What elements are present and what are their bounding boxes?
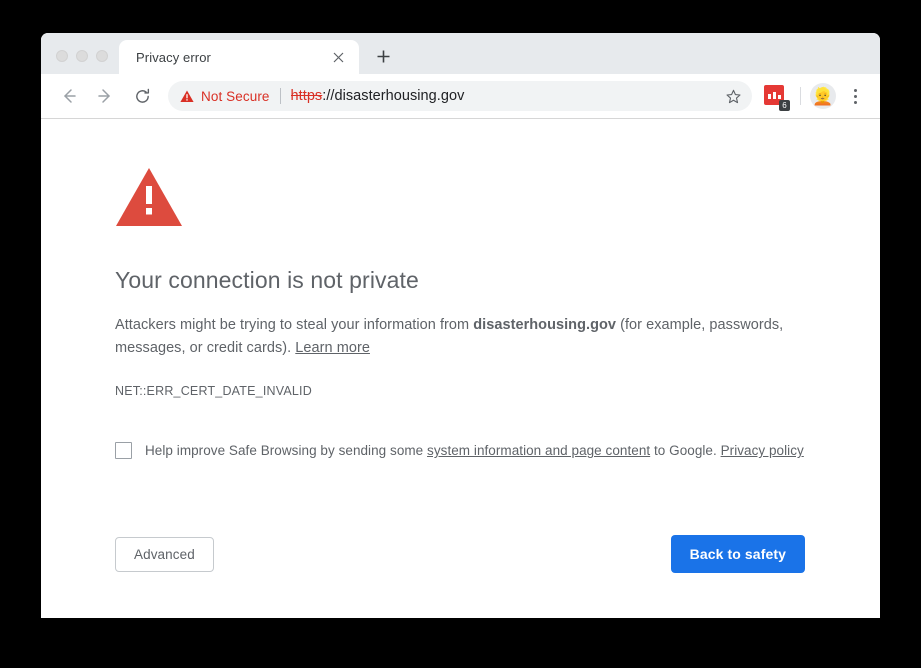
warning-triangle-icon <box>180 90 194 103</box>
new-tab-icon[interactable] <box>369 42 397 70</box>
address-bar[interactable]: Not Secure https://disasterhousing.gov <box>168 81 752 111</box>
tab-strip: Privacy error <box>41 33 880 74</box>
system-information-link[interactable]: system information and page content <box>427 443 650 458</box>
bookmark-star-icon[interactable] <box>720 83 746 109</box>
tab-title: Privacy error <box>136 49 211 65</box>
learn-more-link[interactable]: Learn more <box>295 340 370 356</box>
safe-browsing-optin-row: Help improve Safe Browsing by sending so… <box>115 442 805 459</box>
chrome-menu-icon[interactable] <box>842 83 868 109</box>
interstitial-footer: Advanced Back to safety <box>115 535 805 573</box>
safe-browsing-checkbox[interactable] <box>115 442 132 459</box>
safe-browsing-optin-text: Help improve Safe Browsing by sending so… <box>145 443 804 458</box>
url-rest: ://disasterhousing.gov <box>322 88 465 104</box>
description-prefix: Attackers might be trying to steal your … <box>115 317 474 333</box>
browser-toolbar: Not Secure https://disasterhousing.gov 6… <box>41 74 880 119</box>
omnibox-divider <box>279 88 281 104</box>
privacy-policy-link[interactable]: Privacy policy <box>721 443 804 458</box>
description-domain: disasterhousing.gov <box>473 317 616 333</box>
interstitial-page: Your connection is not private Attackers… <box>41 119 880 618</box>
toolbar-divider <box>800 87 801 105</box>
security-indicator[interactable]: Not Secure <box>180 89 270 104</box>
page-title: Your connection is not private <box>115 267 419 293</box>
minimize-window-button[interactable] <box>76 50 88 62</box>
extension-badge-count: 6 <box>779 100 790 111</box>
interstitial-content: Your connection is not private Attackers… <box>115 167 805 618</box>
advanced-button[interactable]: Advanced <box>115 536 214 572</box>
tab-privacy-error[interactable]: Privacy error <box>119 40 359 74</box>
menu-dot-3 <box>853 100 857 104</box>
back-to-safety-button[interactable]: Back to safety <box>670 535 805 573</box>
zoom-window-button[interactable] <box>96 50 108 62</box>
browser-window: Privacy error Not Secure https://disaste… <box>41 33 880 618</box>
extension-bars-icon <box>767 91 781 99</box>
reload-icon[interactable] <box>128 82 156 110</box>
extension-icon[interactable]: 6 <box>764 85 790 111</box>
window-controls <box>41 50 119 74</box>
close-tab-icon[interactable] <box>329 48 347 66</box>
page-description: Attackers might be trying to steal your … <box>115 314 801 360</box>
menu-dot-2 <box>853 94 857 98</box>
error-code: NET::ERR_CERT_DATE_INVALID <box>115 384 312 398</box>
menu-dot-1 <box>853 88 857 92</box>
avatar-glyph: 👱 <box>812 86 834 106</box>
optin-prefix: Help improve Safe Browsing by sending so… <box>145 443 428 458</box>
close-window-button[interactable] <box>56 50 68 62</box>
url-text: https://disasterhousing.gov <box>291 88 716 104</box>
large-warning-triangle-icon <box>115 167 805 233</box>
forward-icon[interactable] <box>91 82 119 110</box>
url-scheme: https <box>290 88 323 104</box>
back-icon[interactable] <box>55 82 83 110</box>
not-secure-label: Not Secure <box>201 88 270 104</box>
avatar[interactable]: 👱 <box>810 83 836 109</box>
optin-middle: to Google. <box>650 443 721 458</box>
